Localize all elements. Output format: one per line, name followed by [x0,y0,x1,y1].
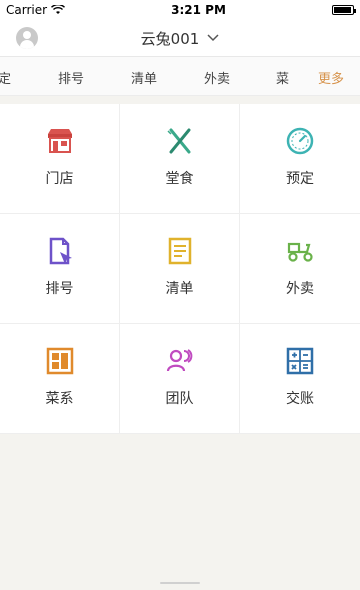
grid-item-cuisine[interactable]: 菜系 [0,324,120,434]
fork-knife-icon [166,128,190,154]
carrier-label: Carrier [6,3,48,17]
grid-item-queue[interactable]: 排号 [0,214,120,324]
grid-item-label: 外卖 [286,281,314,297]
grid-item-label: 清单 [165,281,194,297]
grid-item-delivery[interactable]: 外卖 [240,214,360,324]
scooter-icon [287,242,313,262]
grid-item-label: 堂食 [165,171,194,187]
nav-title: 云兔001 [140,29,200,48]
tab-dishes[interactable]: 菜 [276,68,289,87]
grid-item-label: 门店 [45,171,74,187]
grid-item-settle[interactable]: 交账 [240,324,360,434]
grid-item-label: 交账 [286,391,314,407]
chevron-down-icon [207,34,219,42]
ticket-icon [49,237,72,265]
grid-item-label: 排号 [45,281,74,297]
status-bar: Carrier 3:21 PM [0,0,360,20]
clock-dial-icon [286,127,314,155]
status-time: 3:21 PM [171,3,226,17]
grid-item-team[interactable]: 团队 [120,324,240,434]
tab-list[interactable]: 清单 [131,68,157,87]
tab-reserve[interactable]: 定 [0,68,11,87]
team-icon [166,349,192,372]
store-icon [47,129,72,153]
grid-item-reserve[interactable]: 预定 [240,104,360,214]
nav-bar: 云兔001 [0,20,360,57]
grid-item-dine-in[interactable]: 堂食 [120,104,240,214]
grid-item-list[interactable]: 清单 [120,214,240,324]
calculator-icon [286,347,314,375]
grid-item-store[interactable]: 门店 [0,104,120,214]
list-doc-icon [168,237,191,265]
home-indicator [160,582,200,584]
grid-item-label: 团队 [165,391,194,407]
menu-grid-icon [46,347,73,375]
store-switcher[interactable]: 云兔001 [141,28,220,49]
more-button[interactable]: 更多 [318,68,344,87]
tab-delivery[interactable]: 外卖 [204,68,230,87]
wifi-icon [51,5,66,14]
tab-strip: 定 排号 清单 外卖 菜 更多 [0,57,360,96]
battery-icon [332,5,356,15]
grid-item-label: 预定 [286,171,314,187]
grid-item-label: 菜系 [45,391,74,407]
avatar[interactable] [16,27,38,49]
tab-queue[interactable]: 排号 [58,68,84,87]
function-grid: 门店 堂食 预定 排号 清单 外卖 菜系 团队 交账 [0,104,360,434]
